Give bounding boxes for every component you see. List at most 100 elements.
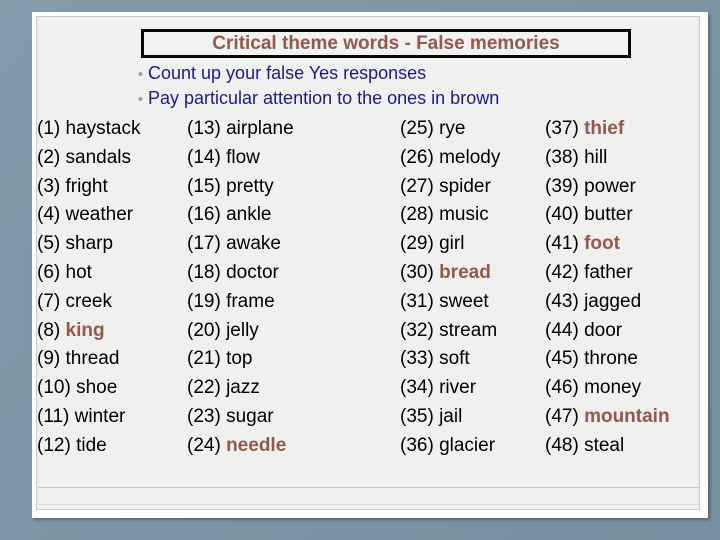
- word-list-item: (28) music: [400, 201, 546, 230]
- word-list-item: (29) girl: [400, 230, 546, 259]
- word-index: (9): [37, 348, 61, 370]
- word-index: (2): [37, 146, 61, 168]
- word-text: fright: [65, 175, 108, 197]
- word-list-item: (4) weather: [37, 201, 187, 230]
- word-index: (48): [545, 434, 579, 456]
- bullet-text: Pay particular attention to the ones in …: [148, 88, 500, 108]
- word-list-item: (15) pretty: [187, 173, 397, 202]
- slide-title-box: Critical theme words - False memories: [141, 29, 631, 58]
- word-list-item: (48) steal: [545, 432, 699, 461]
- word-text: frame: [226, 290, 275, 312]
- word-list-item: (34) river: [400, 374, 546, 403]
- word-list-item: (33) soft: [400, 345, 546, 374]
- word-index: (19): [187, 290, 221, 312]
- word-index: (32): [400, 319, 434, 341]
- word-text: top: [226, 348, 253, 370]
- word-index: (4): [37, 204, 61, 226]
- word-list-item: (16) ankle: [187, 201, 397, 230]
- word-list-item: (12) tide: [37, 432, 187, 461]
- word-list-item: (25) rye: [400, 115, 546, 144]
- instruction-bullet-list: • Count up your false Yes responses • Pa…: [133, 63, 653, 113]
- word-text: father: [584, 261, 633, 283]
- word-index: (26): [400, 146, 434, 168]
- word-index: (46): [545, 377, 579, 399]
- word-text: king: [65, 319, 105, 341]
- word-index: (15): [187, 175, 221, 197]
- word-index: (12): [37, 434, 71, 456]
- word-list-item: (21) top: [187, 345, 397, 374]
- word-text: awake: [226, 233, 281, 255]
- word-list-item: (6) hot: [37, 259, 187, 288]
- word-text: girl: [439, 233, 465, 255]
- word-list-item: (2) sandals: [37, 144, 187, 173]
- word-list-item: (43) jagged: [545, 288, 699, 317]
- word-list-item: (30) bread: [400, 259, 546, 288]
- word-list-item: (27) spider: [400, 173, 546, 202]
- word-list-item: (17) awake: [187, 230, 397, 259]
- bullet-item: • Pay particular attention to the ones i…: [133, 88, 653, 113]
- word-text: river: [439, 377, 477, 399]
- word-index: (11): [37, 405, 70, 427]
- word-text: rye: [439, 118, 466, 139]
- bullet-point-icon: •: [137, 91, 144, 108]
- word-index: (7): [37, 290, 61, 312]
- word-text: jelly: [226, 319, 259, 341]
- word-text: glacier: [439, 434, 496, 456]
- word-text: spider: [439, 175, 491, 197]
- word-text: jazz: [226, 377, 260, 399]
- word-text: thief: [584, 118, 625, 139]
- word-index: (3): [37, 175, 61, 197]
- word-list-item: (22) jazz: [187, 374, 397, 403]
- word-index: (5): [37, 233, 61, 255]
- word-text: weather: [65, 204, 134, 226]
- word-index: (37): [545, 118, 579, 139]
- word-text: tide: [76, 434, 107, 456]
- word-text: doctor: [226, 261, 279, 283]
- word-text: stream: [439, 319, 498, 341]
- word-list-item: (36) glacier: [400, 432, 546, 461]
- word-index: (20): [187, 319, 221, 341]
- word-text: jail: [439, 405, 463, 427]
- word-text: butter: [584, 204, 633, 226]
- word-index: (22): [187, 377, 221, 399]
- word-text: sweet: [439, 290, 489, 312]
- word-index: (1): [37, 118, 61, 139]
- word-index: (43): [545, 290, 579, 312]
- word-list-item: (32) stream: [400, 317, 546, 346]
- word-text: hill: [584, 146, 608, 168]
- word-text: sharp: [65, 233, 114, 255]
- word-index: (28): [400, 204, 434, 226]
- word-list-item: (18) doctor: [187, 259, 397, 288]
- word-text: sugar: [226, 405, 274, 427]
- footer-divider-secondary: [38, 504, 699, 505]
- word-list-item: (19) frame: [187, 288, 397, 317]
- word-text: sandals: [65, 146, 132, 168]
- word-index: (24): [187, 434, 221, 456]
- word-column-3: (25) rye (26) melody (27) spider (28) music…: [400, 115, 546, 461]
- word-list-item: (8) king: [37, 317, 187, 346]
- presentation-slide: Critical theme words - False memories • …: [36, 16, 700, 510]
- word-index: (33): [400, 348, 434, 370]
- bullet-item: • Count up your false Yes responses: [133, 63, 653, 88]
- word-text: thread: [65, 348, 120, 370]
- word-list-item: (31) sweet: [400, 288, 546, 317]
- word-list-item: (1) haystack: [37, 115, 187, 144]
- word-text: winter: [74, 405, 126, 427]
- word-index: (10): [37, 377, 71, 399]
- word-index: (38): [545, 146, 579, 168]
- word-index: (17): [187, 233, 221, 255]
- word-index: (14): [187, 146, 221, 168]
- word-text: steal: [584, 434, 625, 456]
- word-text: melody: [439, 146, 501, 168]
- word-list-item: (41) foot: [545, 230, 699, 259]
- word-index: (35): [400, 405, 434, 427]
- word-index: (42): [545, 261, 579, 283]
- word-column-4: (37) thief (38) hill (39) power (40) butter…: [545, 115, 699, 461]
- word-list-item: (14) flow: [187, 144, 397, 173]
- word-index: (45): [545, 348, 579, 370]
- word-index: (25): [400, 118, 434, 139]
- word-index: (8): [37, 319, 61, 341]
- bullet-point-icon: •: [137, 66, 144, 83]
- word-index: (29): [400, 233, 434, 255]
- word-index: (39): [545, 175, 579, 197]
